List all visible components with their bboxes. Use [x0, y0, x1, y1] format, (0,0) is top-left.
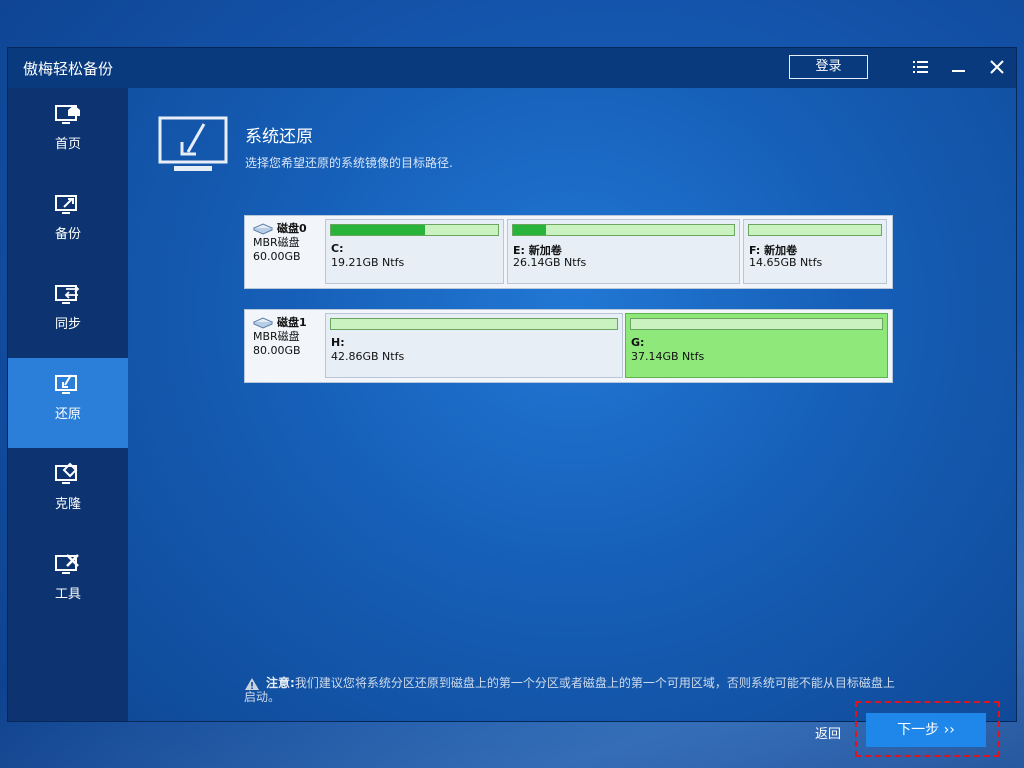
partition-h[interactable]: H: 42.86GB Ntfs	[325, 313, 623, 378]
partition-c[interactable]: C: 19.21GB Ntfs	[325, 219, 504, 284]
title-bar: 傲梅轻松备份 登录	[8, 48, 1016, 89]
partition-f[interactable]: F: 新加卷 14.65GB Ntfs	[743, 219, 887, 284]
restore-icon	[55, 374, 77, 394]
back-button[interactable]: 返回	[815, 723, 841, 742]
usage-bar	[630, 318, 883, 330]
warning-icon	[244, 677, 260, 694]
sidebar-item-sync[interactable]: 同步	[8, 268, 128, 358]
login-button[interactable]: 登录	[789, 55, 868, 79]
usage-bar-fill	[331, 225, 425, 235]
partition-size: 37.14GB Ntfs	[631, 350, 705, 363]
home-icon	[55, 105, 80, 124]
usage-bar	[330, 318, 618, 330]
sidebar-item-label: 备份	[54, 227, 81, 242]
page-subtitle: 选择您希望还原的系统镜像的目标路径.	[245, 156, 453, 170]
tools-icon	[55, 554, 79, 574]
partition-size: 14.65GB Ntfs	[749, 256, 823, 269]
sidebar-item-restore[interactable]: 还原	[8, 358, 128, 448]
sidebar-item-label: 还原	[54, 407, 81, 422]
disk-type: MBR磁盘	[253, 236, 300, 249]
disk-icon	[253, 223, 273, 235]
sidebar-item-label: 克隆	[54, 497, 81, 512]
minimize-icon[interactable]	[949, 57, 969, 77]
partition-g[interactable]: G: 37.14GB Ntfs	[625, 313, 888, 378]
sidebar-item-home[interactable]: 首页	[8, 88, 128, 178]
sidebar-item-backup[interactable]: 备份	[8, 178, 128, 268]
usage-bar	[748, 224, 882, 236]
highlight-box	[855, 701, 1000, 757]
disk-name: 磁盘0	[277, 222, 307, 235]
clone-icon	[55, 462, 78, 484]
disk-name: 磁盘1	[277, 316, 307, 329]
app-window: 傲梅轻松备份 登录 首页 备份 同步 还原 克隆 工具 系统还原 选择您希望还原…	[7, 47, 1017, 757]
partition-e[interactable]: E: 新加卷 26.14GB Ntfs	[507, 219, 740, 284]
note-prefix: 注意:	[266, 676, 295, 690]
sidebar-item-tools[interactable]: 工具	[8, 538, 128, 628]
disk-size: 60.00GB	[253, 250, 301, 263]
sidebar-item-label: 工具	[54, 587, 81, 602]
partition-label: C:	[331, 242, 344, 255]
sidebar: 首页 备份 同步 还原 克隆 工具	[8, 88, 128, 721]
usage-bar	[512, 224, 735, 236]
partition-label: G:	[631, 336, 645, 349]
partition-size: 26.14GB Ntfs	[513, 256, 587, 269]
sync-icon	[55, 285, 80, 304]
partition-size: 42.86GB Ntfs	[331, 350, 405, 363]
system-restore-icon	[158, 116, 230, 180]
partition-size: 19.21GB Ntfs	[331, 256, 405, 269]
partition-label: H:	[331, 336, 345, 349]
sidebar-item-clone[interactable]: 克隆	[8, 448, 128, 538]
disk-type: MBR磁盘	[253, 330, 300, 343]
menu-icon[interactable]	[910, 57, 930, 77]
sidebar-item-label: 同步	[54, 317, 81, 332]
disk-row: 磁盘1 MBR磁盘 80.00GB H: 42.86GB Ntfs G: 37.…	[244, 309, 893, 383]
usage-bar	[330, 224, 499, 236]
warning-note: 注意:我们建议您将系统分区还原到磁盘上的第一个分区或者磁盘上的第一个可用区域，否…	[244, 676, 904, 704]
backup-icon	[55, 195, 77, 214]
main-content: 系统还原 选择您希望还原的系统镜像的目标路径. 磁盘0 MBR磁盘 60.00G…	[128, 88, 1016, 757]
app-title: 傲梅轻松备份	[23, 60, 114, 78]
close-icon[interactable]	[987, 57, 1007, 77]
disk-size: 80.00GB	[253, 344, 301, 357]
page-title: 系统还原	[245, 127, 313, 147]
usage-bar-fill	[513, 225, 547, 235]
note-text: 我们建议您将系统分区还原到磁盘上的第一个分区或者磁盘上的第一个可用区域，否则系统…	[244, 676, 895, 704]
sidebar-item-label: 首页	[54, 137, 81, 152]
disk-row: 磁盘0 MBR磁盘 60.00GB C: 19.21GB Ntfs E: 新加卷…	[244, 215, 893, 289]
disk-icon	[253, 317, 273, 329]
